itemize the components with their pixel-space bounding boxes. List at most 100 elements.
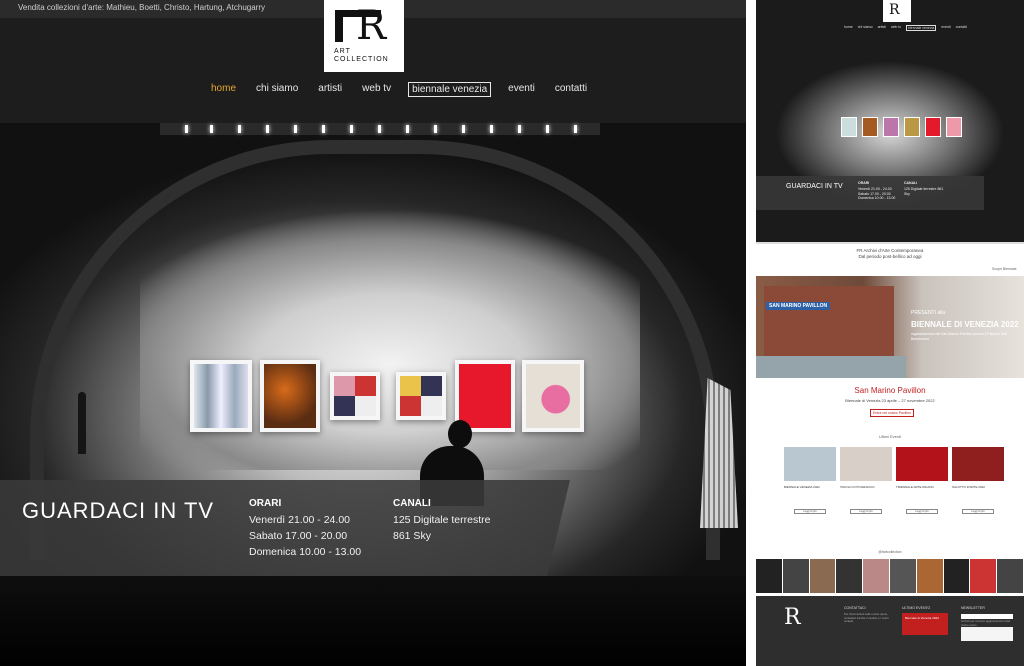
preview-logo-letter: R — [889, 2, 900, 18]
preview-intro: FR Archivi d'Arte Contemporanea Dal peri… — [756, 248, 1024, 259]
preview-nav-home[interactable]: home — [844, 25, 853, 31]
preview-divider — [756, 242, 1024, 244]
nav-home[interactable]: home — [208, 82, 239, 97]
preview-building — [764, 286, 894, 356]
preview-instagram-handle[interactable]: @fartcollection — [756, 550, 1024, 554]
preview-eventi-title: Ultimi Eventi — [878, 434, 902, 439]
preview-painting — [862, 117, 878, 137]
nav-contatti[interactable]: contatti — [552, 82, 590, 97]
spotlight — [266, 125, 269, 133]
footer-promo-text: Biennale di Venezia 2022 — [905, 616, 939, 620]
preview-pavillon-label: SAN MARINO PAVILLON — [766, 302, 831, 310]
spotlight — [406, 125, 409, 133]
logo-text: ART COLLECTION — [334, 48, 389, 63]
instagram-thumb[interactable] — [997, 559, 1024, 593]
preview-footer-logo: R — [784, 605, 801, 630]
event-read-more-button[interactable]: Leggi di più — [962, 509, 994, 514]
event-title: TAVOLO FOTOGRAFICO — [840, 485, 875, 489]
preview-event-card[interactable]: BIENNALE VENEZIA 2022 Leggi di più — [784, 447, 836, 514]
preview-nav-contatti[interactable]: contatti — [956, 25, 967, 31]
preview-event-card[interactable]: TRIENNALE ARTE MILANO Leggi di più — [896, 447, 948, 514]
preview-nav-chi-siamo[interactable]: chi siamo — [858, 25, 873, 31]
tv-title: GUARDACI IN TV — [22, 498, 215, 523]
preview-event-card[interactable]: TAVOLO FOTOGRAFICO Leggi di più — [840, 447, 892, 514]
spotlight — [546, 125, 549, 133]
spotlight — [350, 125, 353, 133]
instagram-thumb[interactable] — [863, 559, 890, 593]
spotlight — [574, 125, 577, 133]
instagram-thumb[interactable] — [809, 559, 837, 593]
event-read-more-button[interactable]: Leggi di più — [850, 509, 882, 514]
footer-contact-text: Per informazioni sulle nostre opere, con… — [844, 612, 889, 624]
preview-orari-text: Venerdì 21.00 - 24.00 Sabato 17.00 - 20.… — [858, 187, 896, 200]
preview-painting — [883, 117, 899, 137]
canali-line: 125 Digitale terrestre — [393, 514, 491, 526]
preview-canali-heading: CANALI — [904, 181, 918, 185]
preview-painting — [841, 117, 857, 137]
preview-instagram-strip — [756, 559, 1024, 593]
spotlight — [462, 125, 465, 133]
spotlight — [490, 125, 493, 133]
preview-intro-sub: Dal periodo post-bellico ad oggi — [858, 253, 922, 259]
event-image — [840, 447, 892, 481]
nav-eventi[interactable]: eventi — [505, 82, 538, 97]
instagram-thumb[interactable] — [970, 559, 998, 593]
nav-chi-siamo[interactable]: chi siamo — [253, 82, 301, 97]
painting — [522, 360, 584, 432]
event-title: TRIENNALE ARTE MILANO — [896, 485, 934, 489]
nav-web-tv[interactable]: web tv — [359, 82, 394, 97]
preview-nav-eventi[interactable]: eventi — [941, 25, 950, 31]
footer-event-promo[interactable]: Biennale di Venezia 2022 — [902, 613, 948, 635]
visitor-silhouette — [78, 392, 86, 454]
seated-visitor-head — [448, 420, 472, 448]
orari-line: Sabato 17.00 - 20.00 — [249, 530, 348, 542]
spotlight — [518, 125, 521, 133]
preview-pavillon-dates: Biennale di Venezia 23 aprile – 27 novem… — [845, 398, 935, 403]
instagram-thumb[interactable] — [943, 559, 971, 593]
preview-nav: home chi siamo artisti web tv biennale v… — [844, 25, 967, 31]
spotlight — [322, 125, 325, 133]
event-title: BIENNALE VENEZIA 2022 — [784, 485, 820, 489]
preview-logo[interactable]: R — [883, 0, 911, 22]
instagram-thumb[interactable] — [889, 559, 917, 593]
preview-organizzazione: organizzazione del San Marino Pavillon p… — [911, 332, 1007, 341]
painting — [190, 360, 252, 432]
preview-canal — [756, 356, 906, 378]
site-tagline: Vendita collezioni d'arte: Mathieu, Boet… — [18, 3, 265, 12]
painting — [396, 372, 446, 420]
preview-pavillon-button[interactable]: Entra nel nostro Pavillon — [870, 409, 914, 417]
nav-biennale-venezia[interactable]: biennale venezia — [408, 82, 492, 97]
canali-heading: CANALI — [393, 498, 431, 509]
spotlight — [294, 125, 297, 133]
logo-letter: R — [356, 3, 387, 49]
preview-nav-artisti[interactable]: artisti — [878, 25, 886, 31]
event-image — [784, 447, 836, 481]
event-read-more-button[interactable]: Leggi di più — [794, 509, 826, 514]
orari-line: Venerdì 21.00 - 24.00 — [249, 514, 350, 526]
instagram-thumb[interactable] — [782, 559, 810, 593]
spotlight — [238, 125, 241, 133]
instagram-thumb[interactable] — [756, 559, 783, 593]
preview-pavillon-title: San Marino Pavillon — [854, 386, 926, 395]
event-image — [896, 447, 948, 481]
painting — [330, 372, 380, 420]
event-read-more-button[interactable]: Leggi di più — [906, 509, 938, 514]
hero-section: Vendita collezioni d'arte: Mathieu, Boet… — [0, 0, 746, 666]
orari-heading: ORARI — [249, 498, 282, 509]
footer-contact-heading: CONTATTACI — [844, 606, 866, 610]
preview-painting — [925, 117, 941, 137]
instagram-thumb[interactable] — [836, 559, 864, 593]
preview-nav-biennale[interactable]: biennale venezia — [906, 25, 937, 31]
recaptcha-box[interactable] — [961, 627, 1013, 641]
preview-painting — [946, 117, 962, 137]
preview-event-card[interactable]: SALOTTO D'ARTE 2022 Leggi di più — [952, 447, 1004, 514]
site-logo[interactable]: R ART COLLECTION — [324, 0, 404, 72]
main-nav: home chi siamo artisti web tv biennale v… — [208, 82, 590, 97]
event-image — [952, 447, 1004, 481]
spotlight — [210, 125, 213, 133]
spotlight — [378, 125, 381, 133]
preview-nav-web-tv[interactable]: web tv — [891, 25, 901, 31]
instagram-thumb[interactable] — [916, 559, 944, 593]
preview-side-link[interactable]: Scopri Biennale — [992, 267, 1017, 271]
nav-artisti[interactable]: artisti — [315, 82, 345, 97]
